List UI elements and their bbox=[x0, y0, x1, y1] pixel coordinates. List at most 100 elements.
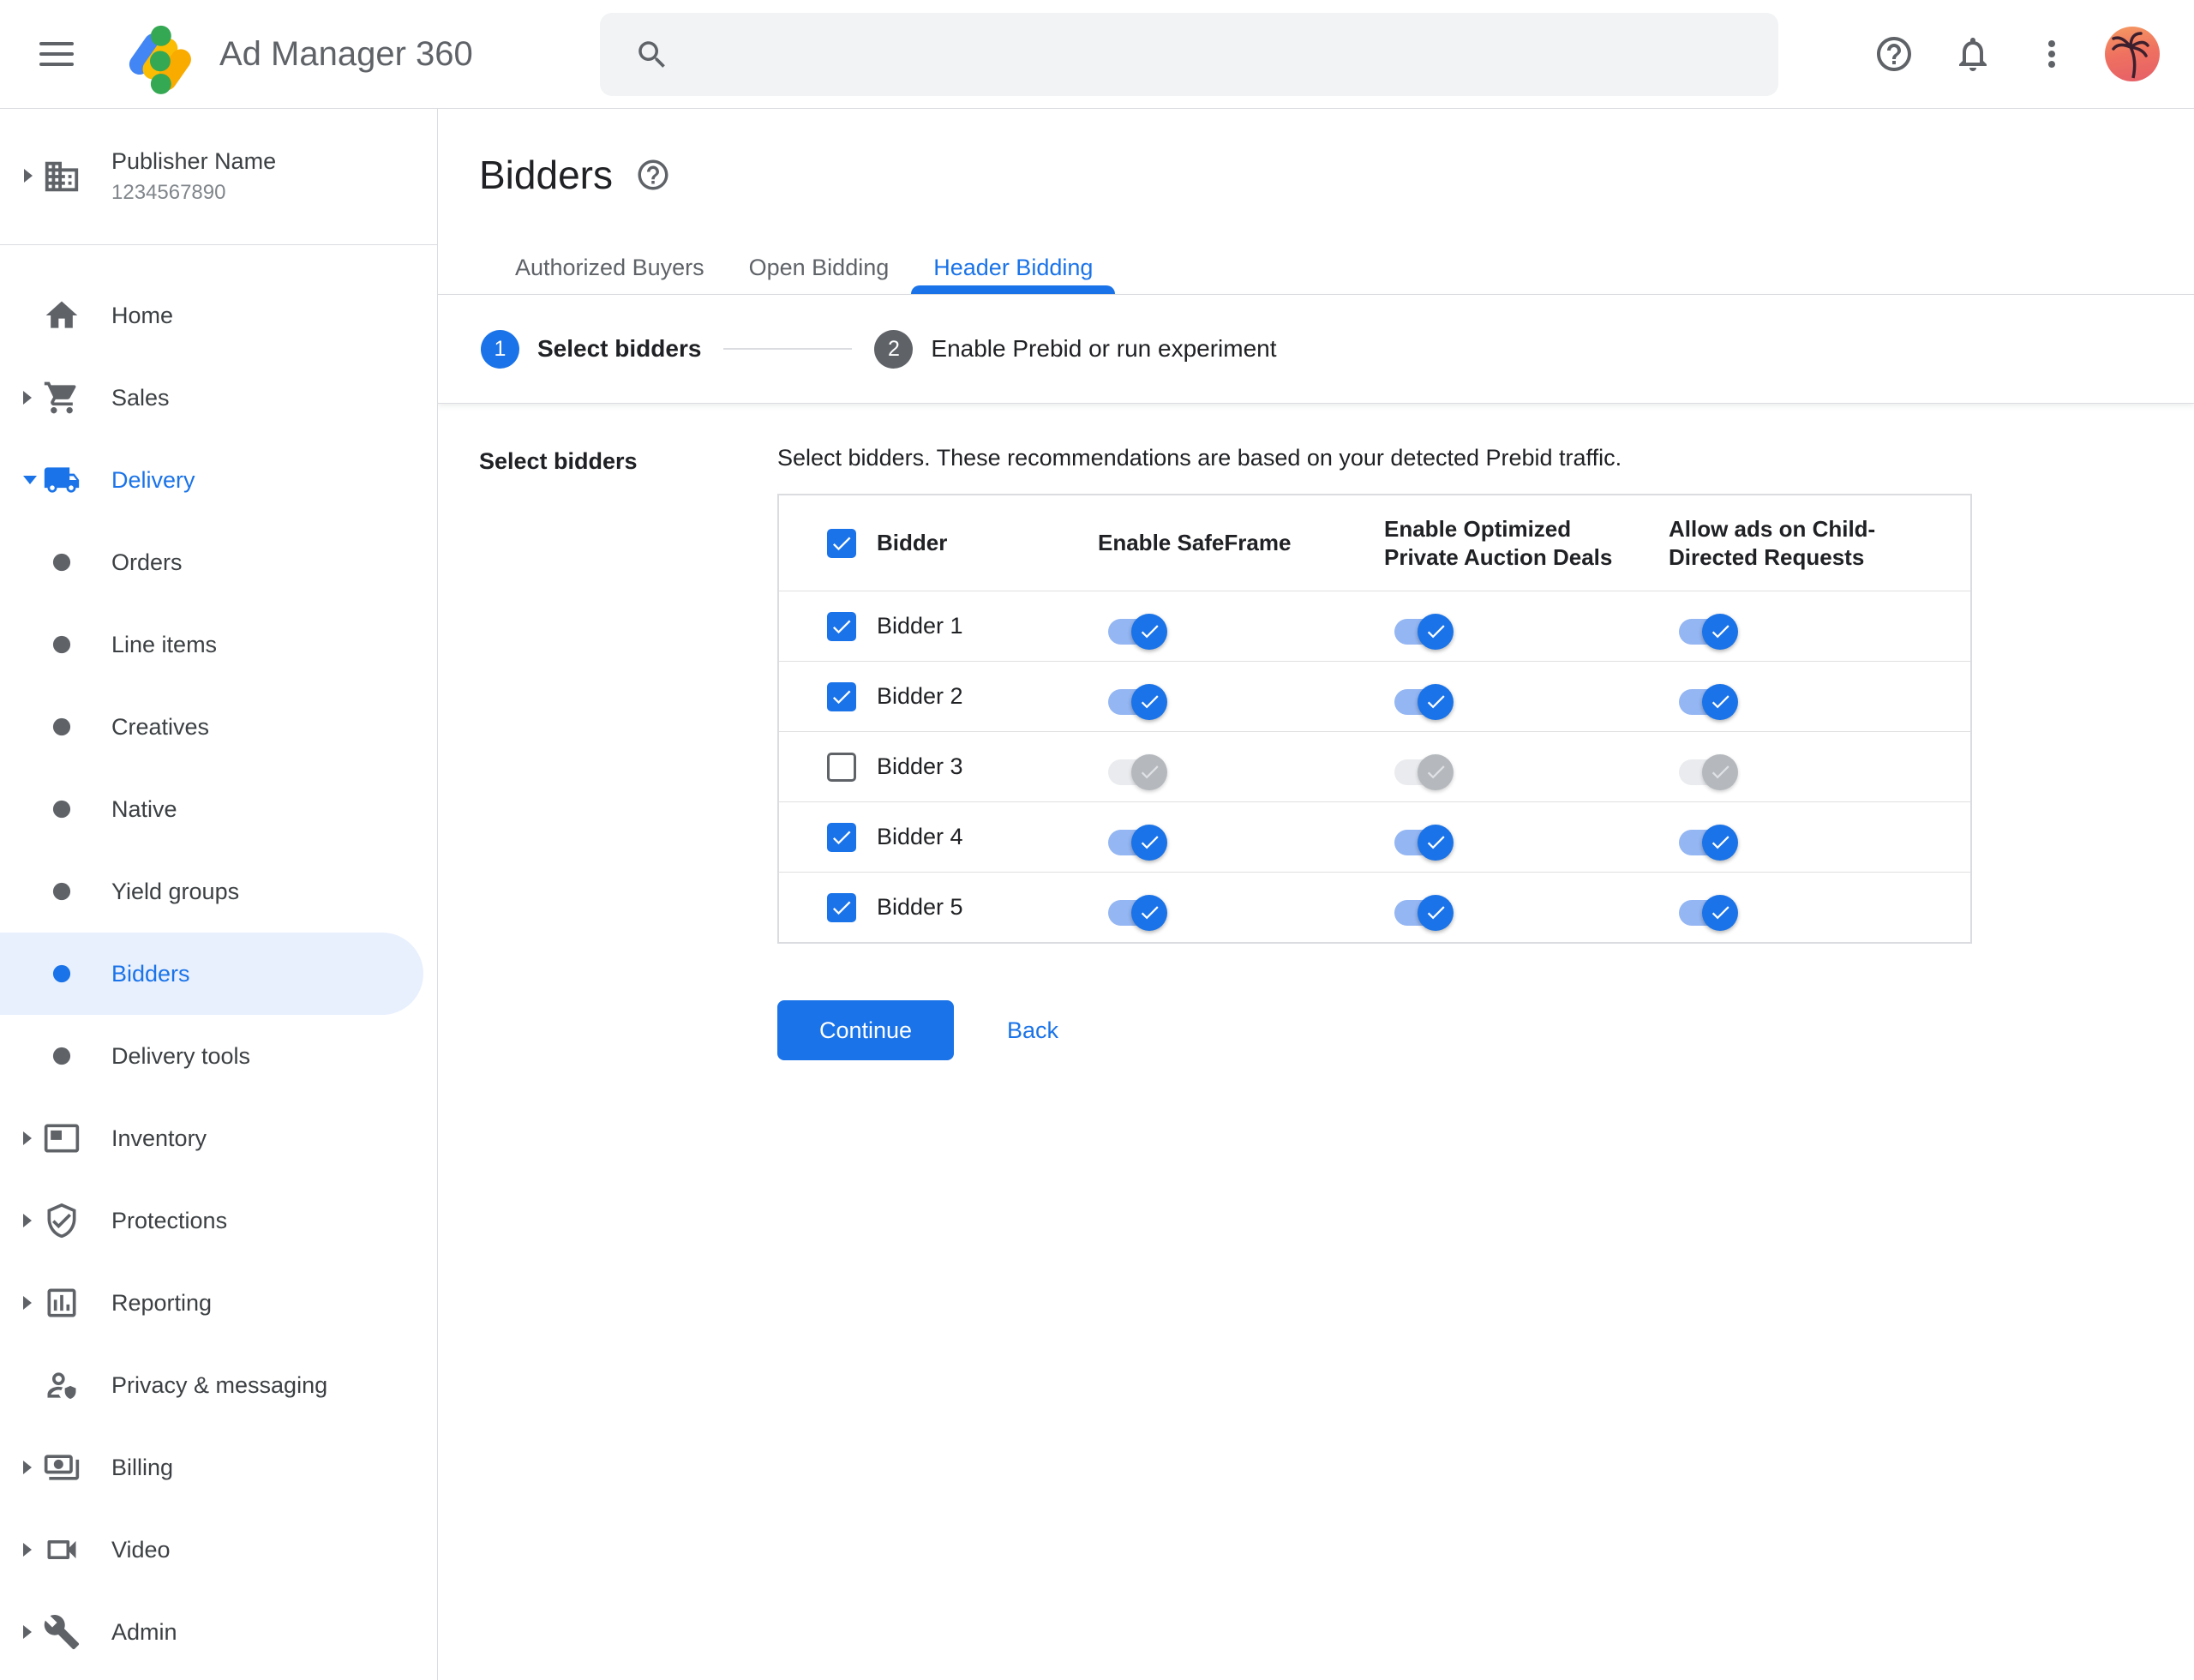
sidebar-item-label: Line items bbox=[111, 631, 218, 657]
avatar[interactable] bbox=[2105, 27, 2160, 81]
table-header-row: Bidder Enable SafeFrame Enable Optimized… bbox=[779, 495, 1970, 591]
main-content: Bidders Authorized Buyers Open Bidding Hea… bbox=[438, 109, 2194, 1680]
sidebar-item-native[interactable]: Native bbox=[0, 768, 437, 850]
publisher-id: 1234567890 bbox=[111, 181, 226, 204]
column-header-optimized-deals: Enable Optimized Private Auction Deals bbox=[1384, 515, 1613, 570]
bullet-icon bbox=[42, 625, 81, 664]
sidebar-item-inventory[interactable]: Inventory bbox=[0, 1097, 437, 1179]
sidebar-item-label: Admin bbox=[111, 1618, 177, 1645]
expand-arrow-icon bbox=[23, 1461, 32, 1474]
sidebar-item-label: Home bbox=[111, 302, 174, 328]
expand-arrow-icon bbox=[23, 1214, 32, 1227]
sidebar-item-home[interactable]: Home bbox=[0, 274, 437, 357]
help-icon[interactable] bbox=[1863, 23, 1925, 85]
step-connector bbox=[723, 348, 853, 350]
expand-arrow-icon bbox=[23, 1296, 32, 1310]
sidebar-item-admin[interactable]: Admin bbox=[0, 1591, 437, 1673]
tab-authorized-buyers[interactable]: Authorized Buyers bbox=[493, 241, 727, 294]
menu-icon[interactable] bbox=[39, 35, 74, 73]
row-checkbox[interactable] bbox=[827, 611, 856, 641]
ad-manager-logo-icon bbox=[129, 25, 191, 94]
publisher-selector[interactable]: Publisher Name 1234567890 bbox=[0, 109, 437, 245]
select-all-checkbox[interactable] bbox=[827, 528, 856, 558]
step-1: 1 Select bidders bbox=[481, 329, 701, 369]
sidebar-item-bidders[interactable]: Bidders bbox=[0, 933, 437, 1015]
back-link[interactable]: Back bbox=[1007, 1017, 1058, 1044]
sidebar-item-label: Bidders bbox=[111, 960, 190, 987]
expand-arrow-icon bbox=[23, 1625, 32, 1639]
sidebar-item-sales[interactable]: Sales bbox=[0, 357, 437, 439]
sidebar-item-line-items[interactable]: Line items bbox=[0, 603, 437, 686]
bidder-name: Bidder 3 bbox=[877, 753, 963, 779]
bell-icon[interactable] bbox=[1942, 23, 2004, 85]
sidebar-item-label: Sales bbox=[111, 384, 170, 411]
step-number: 1 bbox=[481, 329, 519, 369]
bullet-icon bbox=[42, 789, 81, 829]
table-row: Bidder 1 bbox=[779, 591, 1970, 661]
sidebar-item-privacy-messaging[interactable]: Privacy & messaging bbox=[0, 1344, 437, 1426]
stepper: 1 Select bidders 2 Enable Prebid or run exp… bbox=[438, 295, 2194, 404]
collapse-arrow-icon bbox=[23, 476, 37, 484]
search-input[interactable] bbox=[689, 20, 1753, 89]
bidder-name: Bidder 5 bbox=[877, 894, 963, 920]
sidebar-item-delivery[interactable]: Delivery bbox=[0, 439, 437, 521]
sidebar: Publisher Name 1234567890 Home Sales Deliv… bbox=[0, 109, 438, 1680]
topbar-actions bbox=[1846, 23, 2160, 85]
page-help-icon[interactable] bbox=[635, 157, 671, 193]
sidebar-item-yield-groups[interactable]: Yield groups bbox=[0, 850, 437, 933]
bullet-icon bbox=[42, 707, 81, 747]
expand-arrow-icon bbox=[23, 391, 32, 405]
table-row: Bidder 4 bbox=[779, 801, 1970, 872]
table-row: Bidder 2 bbox=[779, 661, 1970, 731]
sidebar-item-orders[interactable]: Orders bbox=[0, 521, 437, 603]
page-title: Bidders bbox=[479, 153, 613, 197]
continue-button[interactable]: Continue bbox=[777, 1000, 954, 1060]
sidebar-item-protections[interactable]: Protections bbox=[0, 1179, 437, 1262]
row-checkbox[interactable] bbox=[827, 822, 856, 852]
more-vertical-icon[interactable] bbox=[2021, 23, 2083, 85]
home-icon bbox=[42, 296, 81, 335]
search-bar[interactable] bbox=[600, 13, 1778, 96]
column-header-child-directed: Allow ads on Child-Directed Requests bbox=[1669, 515, 1876, 570]
sidebar-item-label: Creatives bbox=[111, 713, 210, 740]
expand-arrow-icon bbox=[23, 1131, 32, 1145]
bidder-name: Bidder 1 bbox=[877, 613, 963, 639]
cart-icon bbox=[42, 378, 81, 417]
expand-arrow-icon bbox=[24, 169, 33, 183]
sidebar-item-label: Reporting bbox=[111, 1289, 213, 1316]
tab-header-bidding[interactable]: Header Bidding bbox=[911, 241, 1116, 294]
sidebar-item-label: Privacy & messaging bbox=[111, 1371, 328, 1398]
sidebar-item-label: Billing bbox=[111, 1454, 174, 1480]
top-app-bar: Ad Manager 360 bbox=[0, 0, 2194, 109]
sidebar-item-creatives[interactable]: Creatives bbox=[0, 686, 437, 768]
search-icon bbox=[638, 40, 665, 68]
column-header-safeframe: Enable SafeFrame bbox=[1098, 530, 1292, 555]
bullet-icon bbox=[42, 872, 81, 911]
sidebar-item-video[interactable]: Video bbox=[0, 1509, 437, 1591]
step-label: Enable Prebid or run experiment bbox=[931, 335, 1277, 362]
row-checkbox[interactable] bbox=[827, 892, 856, 922]
section-label: Select bidders bbox=[479, 448, 638, 474]
sidebar-item-label: Inventory bbox=[111, 1125, 207, 1151]
sidebar-item-billing[interactable]: Billing bbox=[0, 1426, 437, 1509]
publisher-name: Publisher Name bbox=[111, 148, 277, 174]
bullet-icon bbox=[42, 543, 81, 582]
sidebar-item-label: Native bbox=[111, 795, 177, 822]
wrench-icon bbox=[42, 1612, 81, 1652]
videocam-icon bbox=[42, 1530, 81, 1569]
bullet-icon bbox=[42, 954, 81, 993]
sidebar-item-label: Delivery tools bbox=[111, 1042, 251, 1069]
sidebar-item-delivery-tools[interactable]: Delivery tools bbox=[0, 1015, 437, 1097]
sidebar-item-label: Protections bbox=[111, 1207, 228, 1233]
sidebar-item-label: Video bbox=[111, 1536, 171, 1563]
tab-bar: Authorized Buyers Open Bidding Header Bidd… bbox=[438, 241, 2194, 295]
sidebar-item-reporting[interactable]: Reporting bbox=[0, 1262, 437, 1344]
row-checkbox[interactable] bbox=[827, 752, 856, 782]
description-text: Select bidders. These recommendations ar… bbox=[777, 445, 1622, 471]
row-checkbox[interactable] bbox=[827, 681, 856, 711]
bidders-table: Bidder Enable SafeFrame Enable Optimized… bbox=[777, 494, 1972, 944]
tab-open-bidding[interactable]: Open Bidding bbox=[727, 241, 912, 294]
column-header-bidder: Bidder bbox=[877, 530, 948, 555]
truck-icon bbox=[42, 460, 81, 500]
step-2: 2 Enable Prebid or run experiment bbox=[874, 329, 1277, 369]
